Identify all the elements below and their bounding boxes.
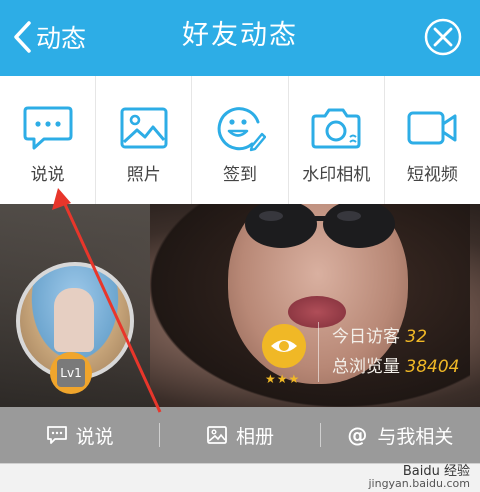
tool-label: 说说 [30,165,65,185]
level-text: Lv1 [57,359,85,387]
tool-short-video[interactable]: 短视频 [385,76,480,204]
tool-label: 照片 [126,165,161,185]
page-title: 好友动态 [182,20,298,51]
today-visitors: 今日访客 32 [332,322,427,347]
tab-label: 与我相关 [377,425,454,448]
chat-bubble-icon [46,426,67,444]
today-visitors-label: 今日访客 [332,327,400,347]
eye-icon[interactable] [262,324,306,368]
tool-checkin[interactable]: 签到 [192,76,289,204]
footer-strip: Baidu 经验 jingyan.baidu.com [0,463,480,492]
tool-photo[interactable]: 照片 [96,76,193,204]
total-views-label: 总浏览量 [332,357,400,377]
post-type-toolbar: 说说 照片 签到 水印相机 短视频 [0,76,480,204]
smiley-pen-icon [217,107,266,152]
tool-watermark-camera[interactable]: 水印相机 [289,76,385,204]
chat-bubble-icon [23,106,73,150]
level-badge: Lv1 [50,352,92,394]
at-icon: @ [347,423,368,447]
avatar-figure [54,288,94,352]
tab-related-to-me[interactable]: @ 与我相关 [321,422,480,449]
profile-tabs: 说说 相册 @ 与我相关 [0,407,480,463]
total-views: 总浏览量 38404 [332,352,460,377]
camera-icon [311,108,361,149]
profile-cover: Lv1 ★★★ 今日访客 32 总浏览量 38404 [0,204,480,407]
total-views-value: 38404 [405,357,460,377]
tab-label: 相册 [235,425,274,448]
tool-label: 水印相机 [302,165,371,185]
tab-album[interactable]: 相册 [160,422,319,449]
image-icon [120,107,168,149]
tab-shuoshuo[interactable]: 说说 [0,422,159,449]
top-bar: 动态 好友动态 [0,0,480,76]
video-camera-icon [407,111,457,145]
close-icon[interactable] [424,18,462,56]
stats-divider [318,322,319,382]
star-rating: ★★★ [265,372,301,386]
today-visitors-value: 32 [405,327,428,347]
image-icon [207,426,227,444]
watermark-url: jingyan.baidu.com [368,477,470,490]
tool-label: 短视频 [406,165,458,185]
sunglasses-graphic [245,204,395,248]
tab-label: 说说 [75,425,114,448]
tool-shuoshuo[interactable]: 说说 [0,76,97,204]
baidu-jingyan-watermark: Baidu 经验 jingyan.baidu.com [368,465,470,490]
tool-label: 签到 [223,165,257,185]
